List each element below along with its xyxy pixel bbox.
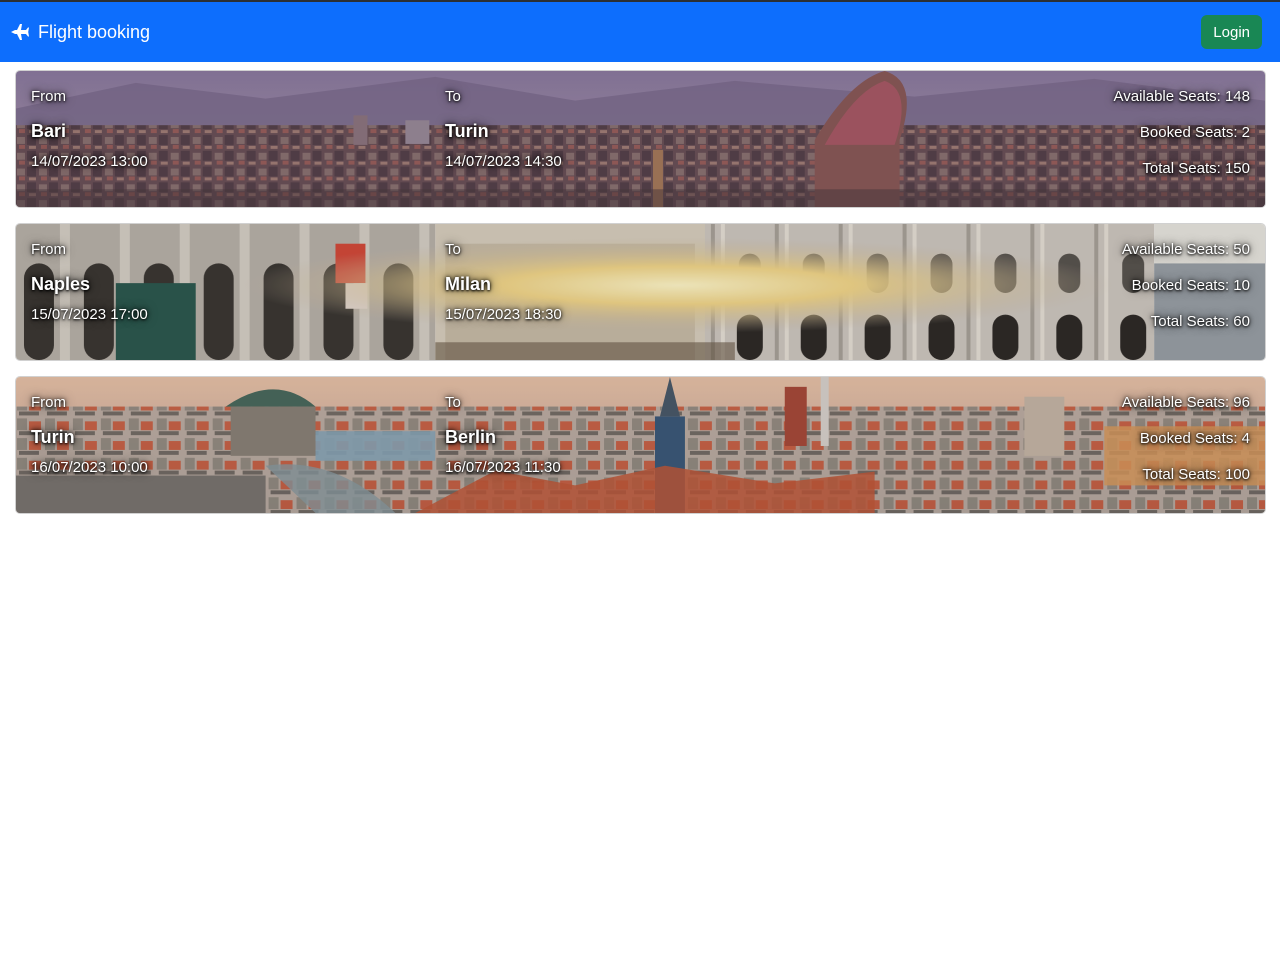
arrival-time: 14/07/2023 14:30 <box>445 153 562 170</box>
flight-card[interactable]: From Turin 16/07/2023 10:00 To Berlin 16… <box>15 376 1266 514</box>
brand-link[interactable]: Flight booking <box>10 22 150 43</box>
origin-city: Turin <box>31 427 75 447</box>
brand-title: Flight booking <box>38 21 151 42</box>
from-label: From <box>31 88 66 105</box>
to-label: To <box>445 241 461 258</box>
booked-seats: Booked Seats: 4 <box>1139 430 1250 447</box>
arrival-time: 15/07/2023 18:30 <box>445 306 562 323</box>
total-seats: Total Seats: 150 <box>1142 160 1250 177</box>
login-button[interactable]: Login <box>1201 15 1262 49</box>
available-seats: Available Seats: 148 <box>1113 88 1251 105</box>
departure-time: 16/07/2023 10:00 <box>31 459 148 476</box>
departure-time: 14/07/2023 13:00 <box>31 153 148 170</box>
departure-time: 15/07/2023 17:00 <box>31 306 148 323</box>
total-seats: Total Seats: 60 <box>1150 313 1250 330</box>
destination-city: Milan <box>445 274 492 294</box>
available-seats: Available Seats: 50 <box>1121 241 1250 258</box>
booked-seats: Booked Seats: 2 <box>1139 124 1250 141</box>
origin-city: Naples <box>31 274 91 294</box>
destination-city: Berlin <box>445 427 497 447</box>
to-label: To <box>445 88 461 105</box>
from-label: From <box>31 394 66 411</box>
navbar: Flight booking Login <box>0 2 1280 62</box>
flight-card[interactable]: From Bari 14/07/2023 13:00 To Turin 14/0… <box>15 70 1266 208</box>
flight-card[interactable]: From Naples 15/07/2023 17:00 To Milan 15… <box>15 223 1266 361</box>
image-overlay <box>16 71 1265 207</box>
flight-list: From Bari 14/07/2023 13:00 To Turin 14/0… <box>15 70 1266 529</box>
arrival-time: 16/07/2023 11:30 <box>445 459 561 476</box>
origin-city: Bari <box>31 121 67 141</box>
image-overlay <box>16 224 1265 360</box>
airplane-icon <box>10 22 30 42</box>
available-seats: Available Seats: 96 <box>1121 394 1250 411</box>
booked-seats: Booked Seats: 10 <box>1131 277 1250 294</box>
total-seats: Total Seats: 100 <box>1142 466 1250 483</box>
destination-city: Turin <box>445 121 489 141</box>
to-label: To <box>445 394 461 411</box>
from-label: From <box>31 241 66 258</box>
image-overlay <box>16 377 1265 513</box>
